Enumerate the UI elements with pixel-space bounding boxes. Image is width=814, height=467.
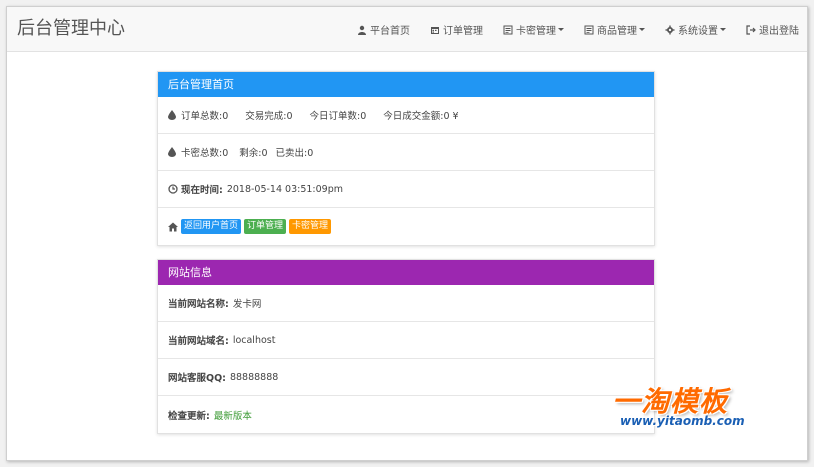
nav-card-management[interactable]: 卡密管理 bbox=[503, 22, 564, 37]
card-management-button[interactable]: 卡密管理 bbox=[289, 219, 332, 234]
orders-completed: 交易完成:0 bbox=[245, 111, 293, 122]
today-orders: 今日订单数:0 bbox=[309, 111, 367, 122]
user-icon bbox=[357, 25, 367, 35]
nav-label: 订单管理 bbox=[443, 26, 483, 37]
today-revenue: 今日成交金额:0 ¥ bbox=[383, 111, 459, 122]
order-total: 订单总数:0 bbox=[181, 111, 229, 122]
nav-logout[interactable]: 退出登陆 bbox=[746, 22, 799, 37]
logout-icon bbox=[746, 24, 756, 35]
site-name-label: 当前网站名称: bbox=[168, 299, 229, 310]
nav-label: 退出登陆 bbox=[759, 26, 799, 37]
admin-home-panel: 后台管理首页 订单总数:0 交易完成:0 今日订单数:0 今日成交金额:0 ¥ … bbox=[157, 71, 655, 246]
card-total: 卡密总数:0 bbox=[181, 148, 229, 159]
back-to-user-home-button[interactable]: 返回用户首页 bbox=[181, 219, 242, 234]
site-name-row: 当前网站名称: 发卡网 bbox=[158, 285, 654, 322]
droplet-icon bbox=[168, 147, 178, 157]
update-status[interactable]: 最新版本 bbox=[214, 408, 252, 422]
quick-links-row: 返回用户首页 订单管理 卡密管理 bbox=[158, 208, 654, 245]
main-nav: 平台首页 订单管理 卡密管理 商品管理 系统设置 退出登陆 bbox=[337, 7, 799, 52]
support-qq-label: 网站客服QQ: bbox=[168, 373, 226, 384]
nav-product-management[interactable]: 商品管理 bbox=[584, 22, 645, 37]
check-update-label: 检查更新: bbox=[168, 410, 210, 422]
chevron-down-icon bbox=[720, 28, 726, 31]
gear-icon bbox=[665, 25, 675, 35]
nav-label: 卡密管理 bbox=[516, 26, 556, 37]
card-sold: 已卖出:0 bbox=[275, 148, 314, 159]
card-remaining: 剩余:0 bbox=[239, 148, 268, 159]
nav-label: 商品管理 bbox=[597, 26, 637, 37]
home-icon bbox=[168, 222, 178, 232]
top-navbar: 后台管理中心 平台首页 订单管理 卡密管理 商品管理 系统设置 退出登陆 bbox=[7, 7, 807, 52]
nav-platform-home[interactable]: 平台首页 bbox=[357, 22, 410, 37]
chevron-down-icon bbox=[558, 28, 564, 31]
nav-label: 平台首页 bbox=[370, 26, 410, 37]
nav-orders[interactable]: 订单管理 bbox=[430, 22, 483, 37]
time-value: 2018-05-14 03:51:09pm bbox=[226, 183, 343, 195]
order-stats-row: 订单总数:0 交易完成:0 今日订单数:0 今日成交金额:0 ¥ bbox=[158, 97, 654, 134]
site-name-value: 发卡网 bbox=[232, 299, 262, 310]
nav-system-settings[interactable]: 系统设置 bbox=[665, 22, 726, 37]
nav-label: 系统设置 bbox=[678, 26, 718, 37]
time-label: 现在时间: bbox=[181, 185, 223, 196]
list-icon bbox=[584, 25, 594, 35]
watermark-logo: 一淘模板 www.yitaomb.com bbox=[612, 380, 762, 435]
chevron-down-icon bbox=[639, 28, 645, 31]
check-update-row: 检查更新: 最新版本 bbox=[158, 396, 654, 433]
clock-icon bbox=[168, 184, 178, 194]
site-domain-row: 当前网站域名: localhost bbox=[158, 322, 654, 359]
site-domain-label: 当前网站域名: bbox=[168, 336, 229, 347]
order-management-button[interactable]: 订单管理 bbox=[244, 219, 287, 234]
panel-heading: 后台管理首页 bbox=[158, 72, 654, 97]
watermark-url: www.yitaomb.com bbox=[620, 414, 745, 428]
calendar-icon bbox=[430, 25, 440, 35]
support-qq-row: 网站客服QQ: 88888888 bbox=[158, 359, 654, 396]
droplet-icon bbox=[168, 110, 178, 120]
brand-title[interactable]: 后台管理中心 bbox=[17, 18, 125, 40]
panel-heading: 网站信息 bbox=[158, 260, 654, 285]
site-info-panel: 网站信息 当前网站名称: 发卡网 当前网站域名: localhost 网站客服Q… bbox=[157, 259, 655, 434]
list-icon bbox=[503, 25, 513, 35]
card-stats-row: 卡密总数:0 剩余:0 已卖出:0 bbox=[158, 134, 654, 171]
support-qq-value: 88888888 bbox=[229, 371, 279, 383]
site-domain-value: localhost bbox=[232, 334, 276, 346]
current-time-row: 现在时间: 2018-05-14 03:51:09pm bbox=[158, 171, 654, 208]
